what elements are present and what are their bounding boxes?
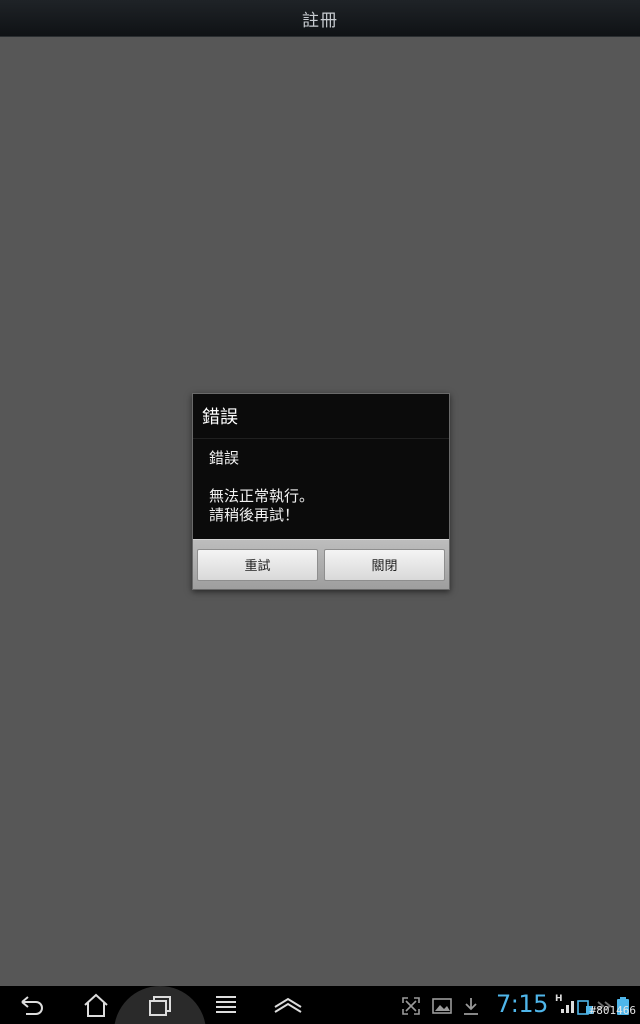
home-icon bbox=[84, 993, 108, 1017]
download-icon bbox=[460, 995, 482, 1017]
hide-keyboard-icon bbox=[274, 997, 302, 1013]
dialog-message: 錯誤 無法正常執行。 請稍後再試！ bbox=[193, 439, 449, 540]
recent-apps-icon bbox=[149, 996, 171, 1016]
recent-apps-button[interactable] bbox=[140, 990, 180, 1020]
home-button[interactable] bbox=[76, 990, 116, 1020]
watermark-id: #801466 bbox=[589, 1004, 636, 1017]
menu-icon bbox=[216, 996, 236, 1013]
back-icon bbox=[21, 996, 43, 1015]
hide-keyboard-button[interactable] bbox=[268, 990, 308, 1020]
dialog-message-spacer bbox=[209, 468, 433, 487]
menu-button[interactable] bbox=[206, 990, 246, 1020]
dialog-button-bar: 重試 關閉 bbox=[193, 539, 449, 589]
page-title: 註冊 bbox=[302, 10, 338, 31]
dialog-header: 錯誤 bbox=[193, 394, 449, 439]
back-button[interactable] bbox=[12, 990, 52, 1020]
dialog-message-line-1: 無法正常執行。 bbox=[209, 487, 315, 505]
gallery-icon bbox=[431, 995, 453, 1017]
dialog-message-title: 錯誤 bbox=[209, 449, 240, 467]
retry-button[interactable]: 重試 bbox=[197, 548, 318, 581]
close-button[interactable]: 關閉 bbox=[324, 548, 445, 581]
clock: 7:15 bbox=[496, 990, 548, 1018]
app-screen: 註冊 錯誤 錯誤 無法正常執行。 請稍後再試！ 重試 關閉 7:15 H #80… bbox=[0, 0, 640, 1024]
error-dialog: 錯誤 錯誤 無法正常執行。 請稍後再試！ 重試 關閉 bbox=[192, 393, 450, 590]
title-bar: 註冊 bbox=[0, 0, 640, 37]
system-bar: 7:15 H bbox=[0, 986, 640, 1024]
dialog-title: 錯誤 bbox=[202, 407, 238, 428]
screen-capture-icon bbox=[400, 995, 422, 1017]
dialog-message-line-2: 請稍後再試！ bbox=[209, 506, 300, 524]
